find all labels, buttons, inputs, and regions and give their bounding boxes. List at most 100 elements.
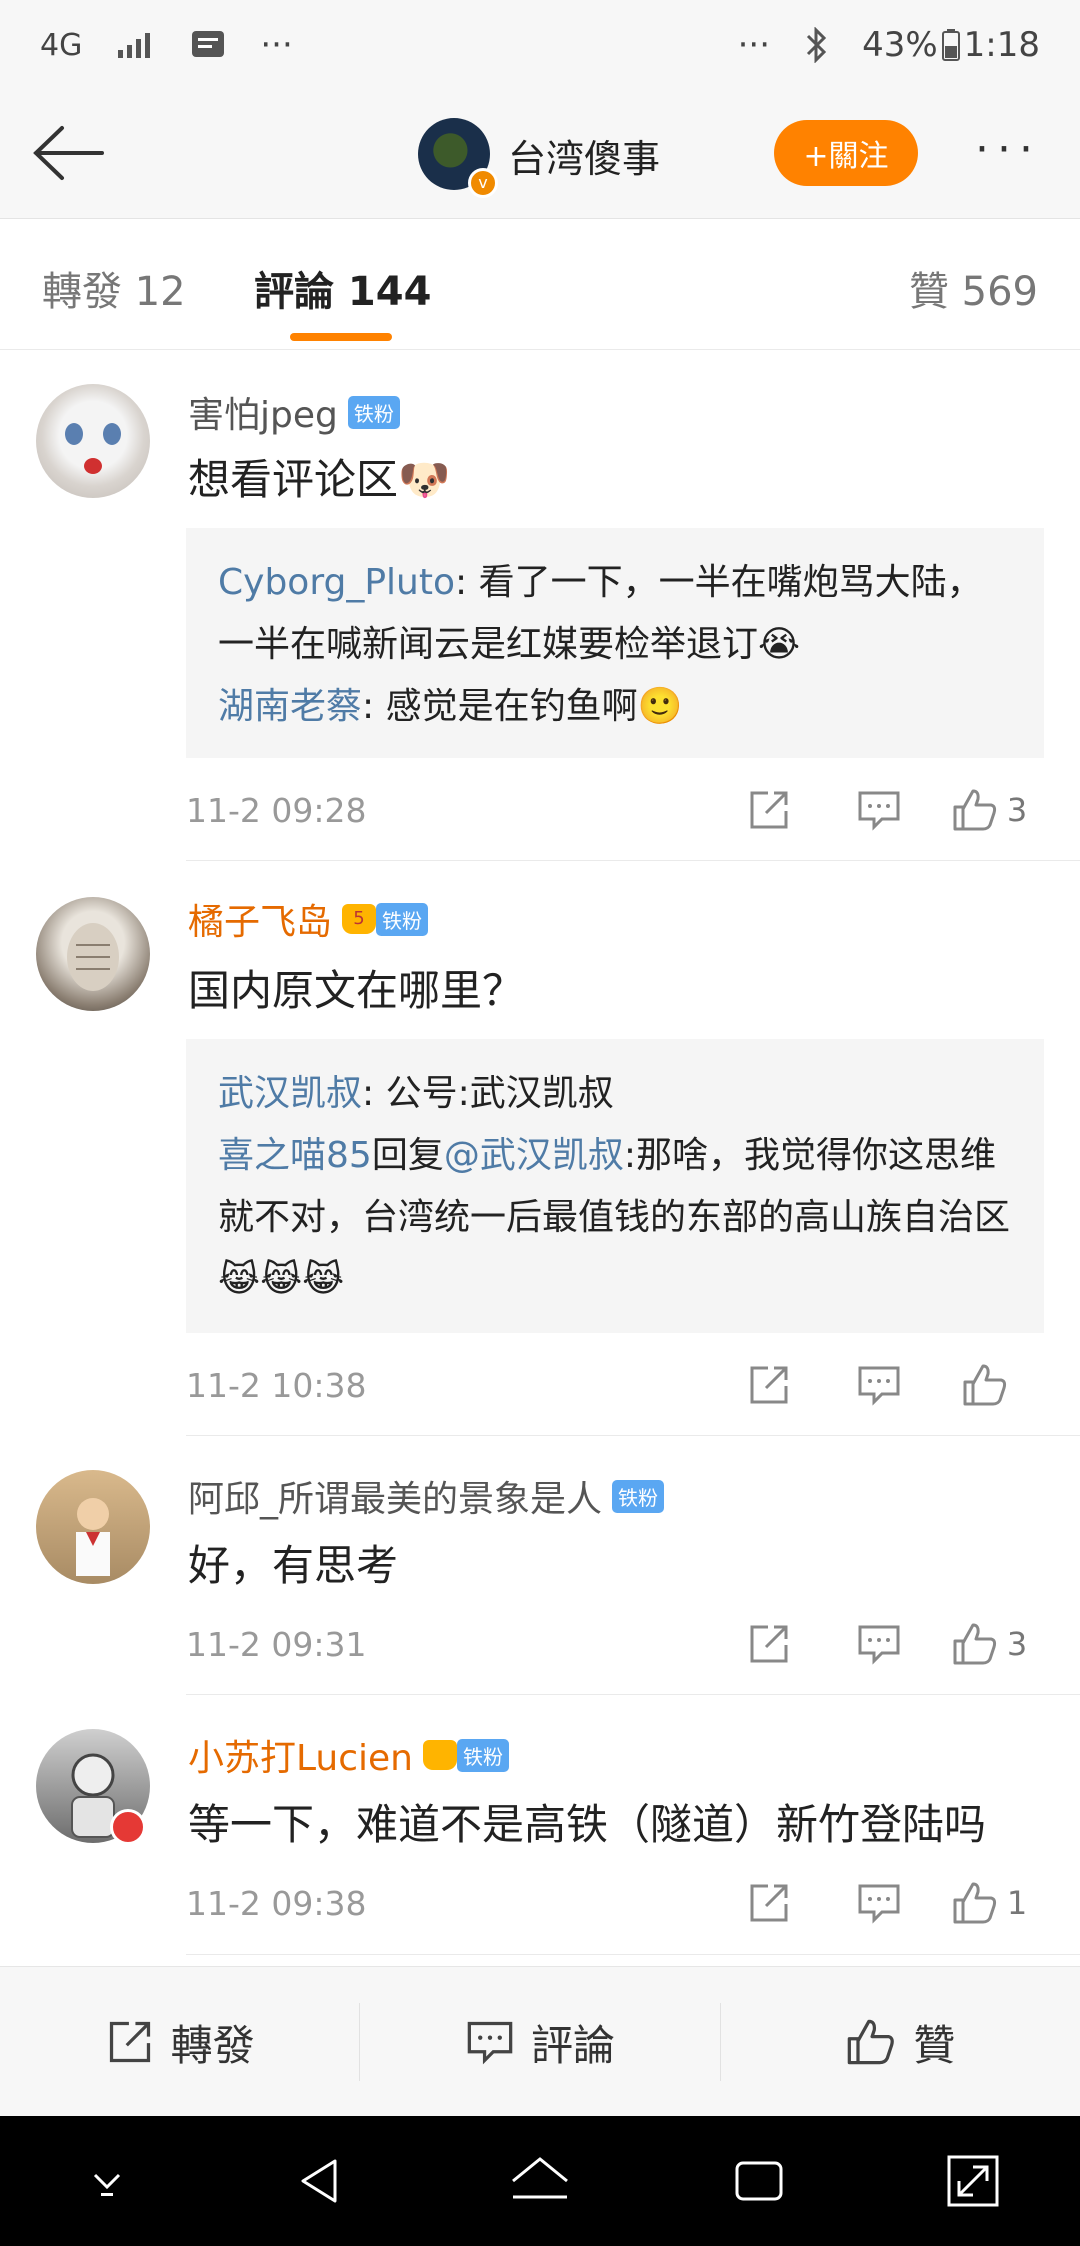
share-icon	[750, 791, 788, 829]
status-bar: 4G ··· ··· 43% 1:18	[0, 0, 1080, 90]
thumbs-up-icon	[953, 789, 996, 831]
comment-icon	[858, 1625, 900, 1665]
comment-tabs: 轉發 12 評論 144 贊 569	[0, 219, 1080, 350]
comment-icon	[858, 791, 900, 831]
like-button[interactable]: 1	[934, 1873, 1044, 1933]
author-name[interactable]: 小苏打Lucien	[188, 1729, 413, 1781]
author-name[interactable]: 害怕jpeg	[188, 386, 338, 438]
avatar[interactable]	[36, 1470, 150, 1584]
bottom-like-button[interactable]: 贊	[721, 1967, 1080, 2117]
author-name[interactable]: 橘子飞岛	[188, 893, 332, 945]
tab-likes[interactable]: 贊 569	[909, 259, 1038, 317]
share-icon	[750, 1884, 788, 1922]
like-button[interactable]	[934, 1355, 1044, 1415]
comment-time: 11-2 10:38	[186, 1365, 367, 1405]
share-button[interactable]	[714, 1355, 824, 1415]
comment-icon	[467, 2021, 513, 2065]
hide-keyboard-icon[interactable]	[77, 2161, 137, 2201]
comment-icon	[858, 1366, 900, 1406]
fan-badge: 铁粉	[457, 1738, 510, 1772]
top-nav-bar: v 台湾傻事 +關注 ···	[0, 90, 1080, 219]
bottom-comment-label: 評論	[530, 2020, 615, 2070]
thumbs-up-icon	[953, 1623, 996, 1665]
comment-item: 橘子飞岛 5 铁粉 国内原文在哪里？ 武汉凯叔: 公号:武汉凯叔 喜之喵85回复…	[0, 861, 1080, 1435]
like-count: 1	[1006, 1884, 1028, 1922]
reply-item: Cyborg_Pluto: 看了一下，一半在嘴炮骂大陆，一半在喊新闻云是红媒要检…	[218, 562, 983, 665]
avatar[interactable]	[36, 897, 150, 1011]
comment-meta: 11-2 09:38 1	[186, 1873, 1044, 1933]
reply-author[interactable]: Cyborg_Pluto	[218, 562, 455, 603]
reply-box[interactable]: 武汉凯叔: 公号:武汉凯叔 喜之喵85回复@武汉凯叔:那啥，我觉得你这思维就不对…	[186, 1039, 1044, 1333]
follow-button[interactable]: +關注	[774, 120, 918, 186]
active-tab-indicator	[290, 333, 392, 341]
nav-back-icon[interactable]	[291, 2151, 351, 2211]
more-button[interactable]: ···	[975, 128, 1055, 172]
system-nav-bar	[0, 2116, 1080, 2246]
tab-repost[interactable]: 轉發 12	[42, 259, 186, 317]
comment-item: 害怕jpeg 铁粉 想看评论区🐶 Cyborg_Pluto: 看了一下，一半在嘴…	[0, 350, 1080, 860]
reply-button[interactable]	[824, 1873, 934, 1933]
reply-button[interactable]	[824, 1614, 934, 1674]
reply-text: 感觉是在钓鱼啊🙂	[385, 686, 683, 727]
sculpture-avatar-icon	[67, 923, 119, 991]
like-count: 3	[1006, 1625, 1028, 1663]
status-more-left: ···	[260, 25, 293, 65]
reply-author[interactable]: 武汉凯叔	[218, 1073, 362, 1114]
battery-icon	[941, 29, 960, 61]
page-title[interactable]: 台湾傻事	[508, 128, 660, 183]
verified-icon: v	[468, 168, 498, 198]
back-button[interactable]	[28, 118, 108, 188]
reply-item: 喜之喵85回复@武汉凯叔:那啥，我觉得你这思维就不对，台湾统一后最值钱的东部的高…	[218, 1135, 1011, 1300]
share-icon	[109, 2021, 150, 2063]
thumbs-up-icon	[848, 2019, 895, 2065]
share-icon	[750, 1625, 788, 1663]
reply-author[interactable]: 湖南老蔡	[218, 686, 362, 727]
bottom-repost-button[interactable]: 轉發	[0, 1967, 359, 2117]
comment-text: 好，有思考	[188, 1541, 399, 1590]
rotate-screen-icon[interactable]	[943, 2151, 1003, 2211]
reply-author[interactable]: 喜之喵85	[218, 1135, 372, 1176]
bottom-action-bar: 轉發 評論 贊	[0, 1966, 1080, 2117]
reply-button[interactable]	[824, 1355, 934, 1415]
reply-mention[interactable]: @武汉凯叔	[444, 1135, 624, 1176]
reply-button[interactable]	[824, 780, 934, 840]
share-icon	[750, 1366, 788, 1404]
crown-icon: 5	[342, 904, 377, 934]
back-arrow-icon	[33, 126, 104, 180]
comment-author[interactable]: 阿邱_所谓最美的景象是人 铁粉	[188, 1470, 665, 1522]
nav-recents-icon[interactable]	[729, 2151, 789, 2211]
comment-item: 阿邱_所谓最美的景象是人 铁粉 好，有思考 11-2 09:31 3	[0, 1436, 1080, 1694]
author-name[interactable]: 阿邱_所谓最美的景象是人	[188, 1470, 602, 1522]
clock: 1:18	[963, 25, 1040, 65]
reply-text: 公号:武汉凯叔	[385, 1073, 614, 1114]
like-button[interactable]: 3	[934, 1614, 1044, 1674]
red-v-badge	[110, 1809, 146, 1845]
share-button[interactable]	[714, 780, 824, 840]
fan-badge: 铁粉	[347, 395, 400, 429]
comment-author[interactable]: 橘子飞岛 5 铁粉	[188, 893, 429, 945]
message-icon	[192, 31, 225, 57]
bottom-repost-label: 轉發	[170, 2020, 255, 2070]
comment-text: 国内原文在哪里？	[188, 966, 525, 1015]
comment-meta: 11-2 10:38	[186, 1355, 1044, 1415]
comment-text: 等一下，难道不是高铁（隧道）新竹登陆吗	[188, 1800, 987, 1849]
reply-box[interactable]: Cyborg_Pluto: 看了一下，一半在嘴炮骂大陆，一半在喊新闻云是红媒要检…	[186, 528, 1044, 758]
child-photo-avatar-icon	[76, 1498, 110, 1576]
comment-author[interactable]: 害怕jpeg 铁粉	[188, 386, 400, 438]
fan-badge: 铁粉	[376, 902, 429, 936]
comment-text: 想看评论区🐶	[188, 455, 451, 504]
share-button[interactable]	[714, 1614, 824, 1674]
avatar[interactable]	[36, 384, 150, 498]
divider	[186, 1954, 1080, 1955]
tab-comments[interactable]: 評論 144	[254, 259, 431, 317]
signal-icon	[118, 33, 151, 58]
nav-home-icon[interactable]	[505, 2151, 575, 2211]
status-more-right: ···	[737, 25, 771, 65]
network-type: 4G	[40, 27, 83, 63]
comment-icon	[858, 1884, 900, 1924]
share-button[interactable]	[714, 1873, 824, 1933]
bottom-comment-button[interactable]: 評論	[360, 1967, 719, 2117]
comment-time: 11-2 09:31	[186, 1624, 367, 1664]
like-button[interactable]: 3	[934, 780, 1044, 840]
comment-author[interactable]: 小苏打Lucien 铁粉	[188, 1729, 510, 1781]
